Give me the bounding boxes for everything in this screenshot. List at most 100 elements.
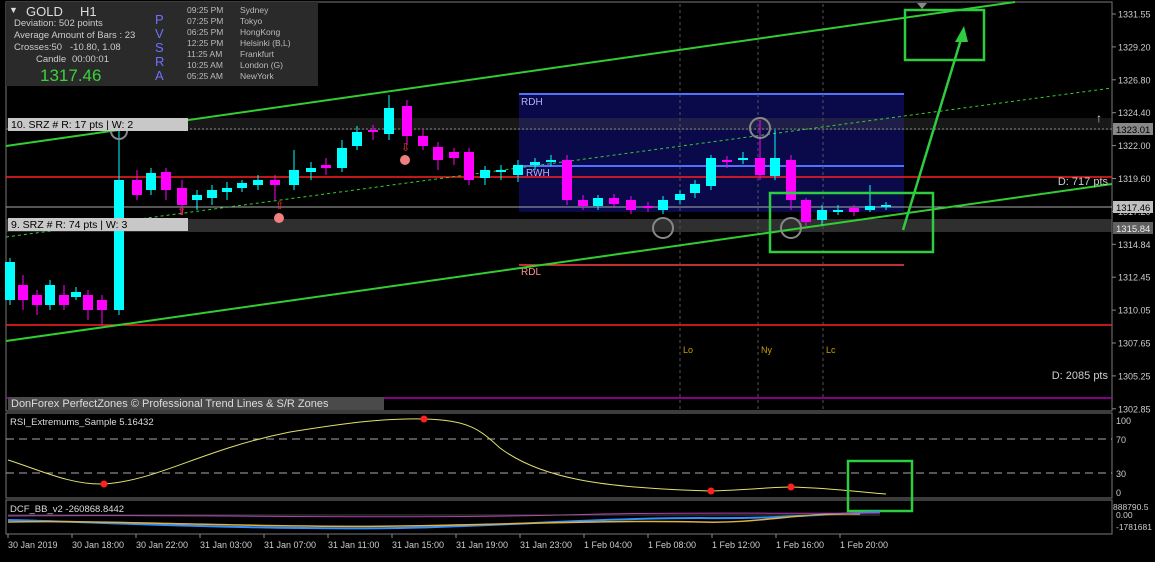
rsi-extremum-dot — [787, 483, 795, 491]
candle-body — [368, 130, 378, 132]
candle-body — [496, 170, 506, 172]
rsi-extremum-dot — [707, 487, 715, 495]
candle-body — [722, 160, 732, 162]
rsi-extremum-dot — [420, 415, 428, 423]
svg-text:-1781681: -1781681 — [1116, 522, 1152, 532]
candle-body — [32, 295, 42, 305]
candle-body — [237, 183, 247, 188]
candle-body — [352, 132, 362, 146]
trading-chart[interactable]: RDH RDL RWH ⇩ ⇧ ⇧ 10. SRZ # R: 17 pts | … — [0, 0, 1155, 562]
candle-body — [321, 165, 331, 168]
distance-bottom-label: D: 2085 pts — [1052, 370, 1109, 382]
candle-body — [222, 188, 232, 192]
candle-body — [177, 188, 187, 205]
candle-body — [770, 158, 780, 176]
price-tick: 1322.00 — [1118, 141, 1151, 151]
session-city: London (G) — [240, 60, 283, 70]
session-marker-ny: Ny — [761, 345, 772, 355]
signal-dot — [400, 155, 410, 165]
time-axis[interactable]: 30 Jan 2019 30 Jan 18:00 30 Jan 22:00 31 Ja… — [7, 534, 888, 550]
session-marker-lo: Lo — [683, 345, 693, 355]
price-tick: 1312.45 — [1118, 273, 1151, 283]
distance-top-label: D: 717 pts — [1058, 176, 1109, 188]
time-tick: 1 Feb 08:00 — [648, 540, 696, 550]
session-time: 11:25 AM — [187, 49, 222, 59]
session-city: Tokyo — [240, 16, 262, 26]
candle-body — [207, 190, 217, 198]
session-time: 12:25 PM — [187, 38, 223, 48]
price-tick: 1307.65 — [1118, 339, 1151, 349]
candle-body — [513, 165, 523, 175]
candle-body — [192, 195, 202, 200]
candle-body — [480, 170, 490, 178]
time-tick: 30 Jan 2019 — [8, 540, 58, 550]
avg-bars-text: Average Amount of Bars : 23 — [14, 30, 135, 41]
candle-body — [253, 180, 263, 185]
price-tick: 1329.20 — [1118, 42, 1151, 52]
crosses-values: -10.80, 1.08 — [70, 42, 121, 53]
crosses-text: Crosses:50 — [14, 42, 62, 53]
dcf-title: DCF_BB_v2 -260868.8442 — [10, 504, 124, 515]
signal-dot — [274, 213, 284, 223]
candle-body — [593, 198, 603, 206]
chevron-down-icon[interactable]: ▼ — [9, 5, 18, 15]
rsi-extremum-dot — [100, 480, 108, 488]
candle-time: 00:00:01 — [72, 54, 109, 65]
candle-body — [849, 208, 859, 212]
dcf-pane[interactable] — [5, 499, 1113, 535]
rsi-title: RSI_Extremums_Sample 5.16432 — [10, 417, 154, 428]
time-tick: 1 Feb 04:00 — [584, 540, 632, 550]
candle-body — [578, 200, 588, 206]
up-arrow-icon: ⇧ — [177, 206, 186, 218]
svg-text:0: 0 — [1116, 488, 1121, 498]
candle-body — [464, 152, 474, 180]
candle-body — [706, 158, 716, 186]
price-tick: 1314.84 — [1118, 240, 1151, 250]
price-tick: 1324.40 — [1118, 108, 1151, 118]
current-price: 1317.46 — [40, 66, 101, 85]
svg-text:0.00: 0.00 — [1116, 510, 1133, 520]
candle-body — [738, 158, 748, 160]
candle-body — [643, 206, 653, 208]
rdh-label: RDH — [521, 97, 543, 108]
candle-body — [658, 200, 668, 210]
candle-body — [161, 172, 171, 190]
candle-body — [530, 162, 540, 165]
candle-body — [755, 158, 765, 175]
candle-body — [418, 136, 428, 146]
time-tick: 1 Feb 16:00 — [776, 540, 824, 550]
candle-body — [270, 180, 280, 185]
price-tick: 1310.05 — [1118, 306, 1151, 316]
symbol-timeframe: H1 — [80, 4, 97, 19]
rsi-pane[interactable] — [5, 412, 1113, 499]
candle-body — [18, 285, 28, 300]
time-tick: 1 Feb 12:00 — [712, 540, 760, 550]
time-tick: 1 Feb 20:00 — [840, 540, 888, 550]
session-time: 07:25 PM — [187, 16, 223, 26]
time-tick: 31 Jan 03:00 — [200, 540, 252, 550]
up-arrow-icon: ↑ — [1096, 111, 1102, 125]
watermark-text: DonForex PerfectZones © Professional Tre… — [11, 398, 329, 410]
candle-body — [881, 205, 891, 207]
candle-body — [609, 198, 619, 204]
candle-body — [289, 170, 299, 185]
candle-body — [114, 180, 124, 310]
session-city: NewYork — [240, 71, 274, 81]
session-time: 06:25 PM — [187, 27, 223, 37]
pvsra-letters: P V S R A — [155, 12, 164, 83]
time-tick: 31 Jan 19:00 — [456, 540, 508, 550]
candle-body — [83, 295, 93, 310]
svg-text:R: R — [155, 54, 164, 69]
candle-body — [433, 147, 443, 160]
candle-body — [5, 262, 15, 300]
candle-body — [562, 160, 572, 200]
time-tick: 31 Jan 15:00 — [392, 540, 444, 550]
candle-body — [833, 210, 843, 212]
rdh-rdl-zone — [519, 94, 904, 212]
symbol-name: GOLD — [26, 4, 63, 19]
candle-body — [337, 148, 347, 168]
price-label-lower: 1315.84 — [1116, 224, 1150, 235]
candle-body — [97, 300, 107, 310]
price-tick: 1302.85 — [1118, 404, 1151, 414]
svg-text:P: P — [155, 12, 164, 27]
